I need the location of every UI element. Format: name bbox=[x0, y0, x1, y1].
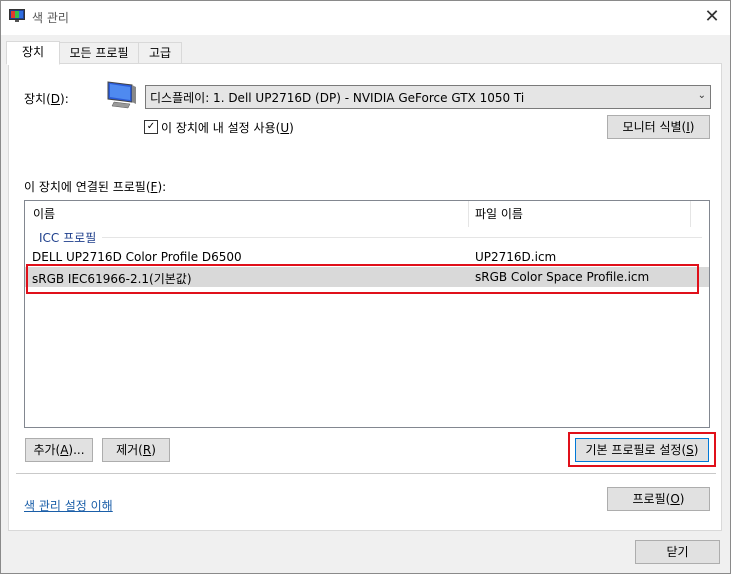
monitor-icon bbox=[107, 81, 136, 109]
remove-button[interactable]: 제거(R) bbox=[102, 438, 170, 462]
column-header-file[interactable]: 파일 이름 bbox=[475, 205, 523, 222]
profiles-label: 이 장치에 연결된 프로필(F): bbox=[24, 180, 167, 194]
device-select-value: 디스플레이: 1. Dell UP2716D (DP) - NVIDIA GeF… bbox=[150, 91, 525, 105]
close-icon[interactable]: ✕ bbox=[699, 4, 725, 30]
add-button[interactable]: 추가(A)... bbox=[25, 438, 93, 462]
highlight-set-default bbox=[568, 432, 716, 467]
column-header-name[interactable]: 이름 bbox=[33, 205, 55, 222]
tab-all-profiles[interactable]: 모든 프로필 bbox=[59, 42, 139, 64]
use-my-settings-label: 이 장치에 내 설정 사용(U) bbox=[161, 121, 294, 135]
identify-monitors-button[interactable]: 모니터 식별(I) bbox=[607, 115, 710, 139]
group-divider bbox=[102, 237, 702, 238]
tab-device[interactable]: 장치 bbox=[6, 41, 60, 65]
profile-file: UP2716D.icm bbox=[475, 250, 557, 264]
title-bar bbox=[1, 1, 730, 35]
profiles-button[interactable]: 프로필(O) bbox=[607, 487, 710, 511]
highlight-selected-row bbox=[26, 264, 699, 294]
checkmark-icon: ✓ bbox=[146, 121, 156, 132]
profiles-list[interactable]: 이름 파일 이름 ICC 프로필 DELL UP2716D Color Prof… bbox=[24, 200, 710, 428]
window-title: 색 관리 bbox=[32, 11, 69, 25]
use-my-settings-checkbox[interactable]: ✓ bbox=[144, 120, 158, 134]
color-management-app-icon bbox=[9, 9, 25, 22]
divider bbox=[16, 473, 716, 474]
device-label: 장치(D): bbox=[24, 92, 69, 106]
close-button[interactable]: 닫기 bbox=[635, 540, 720, 564]
tab-advanced[interactable]: 고급 bbox=[138, 42, 182, 64]
column-separator bbox=[468, 201, 469, 227]
column-separator bbox=[690, 201, 691, 227]
group-header-icc: ICC 프로필 bbox=[39, 231, 97, 245]
profile-name: DELL UP2716D Color Profile D6500 bbox=[32, 250, 242, 264]
chevron-down-icon: ⌄ bbox=[697, 90, 706, 101]
understand-color-settings-link[interactable]: 색 관리 설정 이해 bbox=[24, 497, 113, 514]
device-select[interactable]: 디스플레이: 1. Dell UP2716D (DP) - NVIDIA GeF… bbox=[145, 85, 711, 109]
